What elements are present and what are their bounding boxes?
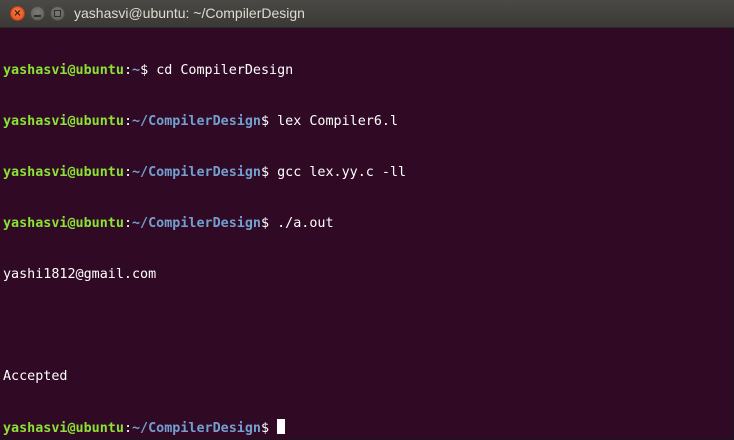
prompt-dollar: $ xyxy=(261,165,278,180)
terminal-line: yashasvi@ubuntu:~/CompilerDesign$ lex Co… xyxy=(3,113,734,130)
terminal-window: × yashasvi@ubuntu: ~/CompilerDesign yash… xyxy=(0,0,734,440)
minimize-bar xyxy=(34,14,41,17)
prompt-path: ~/CompilerDesign xyxy=(132,165,261,180)
prompt-dollar: $ xyxy=(261,216,278,231)
close-glyph: × xyxy=(13,7,22,19)
prompt-path: ~/CompilerDesign xyxy=(132,216,261,231)
prompt-user: yashasvi@ubuntu xyxy=(3,114,124,129)
prompt-colon: : xyxy=(123,421,132,436)
minimize-icon[interactable] xyxy=(30,6,45,21)
prompt-path: ~/CompilerDesign xyxy=(132,421,261,436)
prompt-dollar: $ xyxy=(140,63,157,78)
output-line: yashi1812@gmail.com xyxy=(3,267,157,282)
terminal-body[interactable]: yashasvi@ubuntu:~$ cd CompilerDesign yas… xyxy=(0,28,734,440)
command-text: gcc lex.yy.c -ll xyxy=(277,165,407,180)
terminal-line: yashasvi@ubuntu:~/CompilerDesign$ gcc le… xyxy=(3,164,734,181)
prompt-colon: : xyxy=(123,216,132,231)
prompt-path: ~/CompilerDesign xyxy=(132,114,261,129)
prompt-colon: : xyxy=(123,63,132,78)
prompt-user: yashasvi@ubuntu xyxy=(3,165,124,180)
terminal-line: yashasvi@ubuntu:~/CompilerDesign$ ./a.ou… xyxy=(3,215,734,232)
prompt-dollar: $ xyxy=(261,421,278,436)
prompt-user: yashasvi@ubuntu xyxy=(3,63,124,78)
terminal-line-active[interactable]: yashasvi@ubuntu:~/CompilerDesign$ xyxy=(3,419,734,436)
command-text: lex Compiler6.l xyxy=(277,114,399,129)
prompt-colon: : xyxy=(123,114,132,129)
title-bar[interactable]: × yashasvi@ubuntu: ~/CompilerDesign xyxy=(0,0,734,28)
window-title: yashasvi@ubuntu: ~/CompilerDesign xyxy=(74,5,305,21)
prompt-path: ~ xyxy=(132,63,141,78)
command-text: cd CompilerDesign xyxy=(156,63,294,78)
maximize-square xyxy=(54,10,61,17)
close-icon[interactable]: × xyxy=(10,6,25,21)
prompt-colon: : xyxy=(123,165,132,180)
maximize-icon[interactable] xyxy=(50,6,65,21)
command-text: ./a.out xyxy=(277,216,334,231)
output-line: Accepted xyxy=(3,369,68,384)
prompt-dollar: $ xyxy=(261,114,278,129)
prompt-user: yashasvi@ubuntu xyxy=(3,216,124,231)
terminal-line: yashasvi@ubuntu:~$ cd CompilerDesign xyxy=(3,62,734,79)
text-cursor xyxy=(277,419,286,434)
prompt-user: yashasvi@ubuntu xyxy=(3,421,124,436)
